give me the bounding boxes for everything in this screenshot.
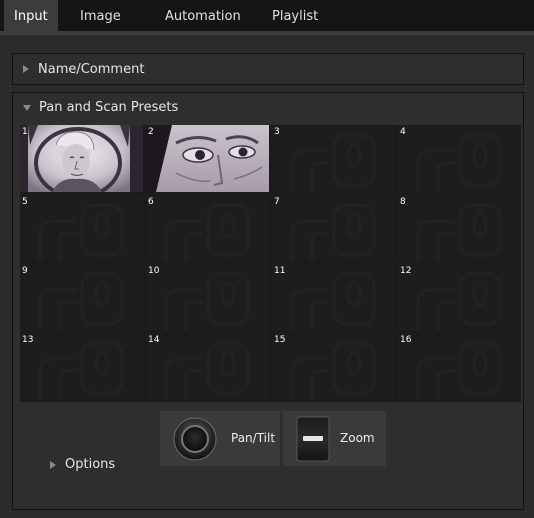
preset-cell-15[interactable]: 15 (272, 333, 395, 400)
preset-cell-12[interactable]: 12 (398, 264, 521, 331)
camera-placeholder-icon (38, 203, 124, 262)
preset-number: 2 (148, 127, 154, 137)
tab-image[interactable]: Image (70, 0, 131, 33)
preset-number: 1 (22, 127, 28, 137)
preset-cell-2[interactable]: 2 (146, 125, 269, 192)
camera-placeholder-icon (290, 341, 376, 400)
pan-tilt-label: Pan/Tilt (231, 431, 276, 445)
preset-number: 10 (148, 266, 160, 276)
zoom-label: Zoom (340, 431, 375, 445)
preset-cell-13[interactable]: 13 (20, 333, 143, 400)
preset-number: 5 (22, 197, 28, 207)
options-label: Options (65, 457, 116, 472)
preset-number: 6 (148, 197, 154, 207)
preset-number: 16 (400, 335, 412, 345)
preset-thumbnail-image (146, 125, 269, 192)
camera-placeholder-icon (416, 341, 502, 400)
preset-number: 14 (148, 335, 160, 345)
tab-underline (0, 31, 534, 35)
camera-placeholder-icon (164, 341, 250, 400)
preset-cell-11[interactable]: 11 (272, 264, 395, 331)
expand-arrow-icon (23, 65, 29, 73)
name-comment-label: Name/Comment (38, 61, 145, 77)
preset-cell-1[interactable]: 1 (20, 125, 143, 192)
preset-cell-9[interactable]: 9 (20, 264, 143, 331)
joystick-icon (173, 417, 217, 461)
preset-cell-10[interactable]: 10 (146, 264, 269, 331)
options-toggle[interactable]: Options (50, 457, 115, 472)
preset-number: 11 (274, 266, 286, 276)
camera-placeholder-icon (416, 272, 502, 331)
preset-cell-14[interactable]: 14 (146, 333, 269, 400)
preset-grid: 1 2 3 4 5 6 7 8 9 10 11 12 13 14 15 16 (20, 125, 521, 402)
name-comment-header[interactable]: Name/Comment (13, 54, 523, 84)
preset-number: 9 (22, 266, 28, 276)
tab-bar: Input Image Automation Playlist (0, 0, 534, 33)
preset-cell-5[interactable]: 5 (20, 195, 143, 262)
tab-input[interactable]: Input (4, 0, 58, 33)
preset-cell-16[interactable]: 16 (398, 333, 521, 400)
preset-cell-6[interactable]: 6 (146, 195, 269, 262)
zoom-slider-icon (296, 416, 330, 462)
name-comment-panel: Name/Comment (12, 53, 524, 85)
preset-cell-4[interactable]: 4 (398, 125, 521, 192)
pan-scan-presets-label: Pan and Scan Presets (39, 99, 179, 115)
preset-number: 13 (22, 335, 34, 345)
preset-cell-8[interactable]: 8 (398, 195, 521, 262)
pan-tilt-control[interactable]: Pan/Tilt (160, 411, 280, 466)
preset-number: 8 (400, 197, 406, 207)
camera-placeholder-icon (38, 341, 124, 400)
preset-number: 15 (274, 335, 286, 345)
preset-cell-3[interactable]: 3 (272, 125, 395, 192)
camera-placeholder-icon (290, 272, 376, 331)
expand-arrow-icon (50, 460, 56, 469)
preset-number: 12 (400, 266, 412, 276)
preset-number: 4 (400, 127, 406, 137)
preset-number: 7 (274, 197, 280, 207)
camera-placeholder-icon (290, 203, 376, 262)
pan-scan-presets-header[interactable]: Pan and Scan Presets (13, 93, 523, 121)
camera-placeholder-icon (416, 203, 502, 262)
camera-placeholder-icon (164, 203, 250, 262)
tab-automation[interactable]: Automation (155, 0, 251, 33)
preset-number: 3 (274, 127, 280, 137)
tab-playlist[interactable]: Playlist (262, 0, 328, 33)
collapse-arrow-icon (23, 105, 31, 111)
camera-placeholder-icon (38, 272, 124, 331)
preset-cell-7[interactable]: 7 (272, 195, 395, 262)
zoom-control[interactable]: Zoom (283, 411, 386, 466)
camera-placeholder-icon (164, 272, 250, 331)
camera-placeholder-icon (416, 133, 502, 192)
preset-thumbnail-image (20, 125, 143, 192)
camera-placeholder-icon (290, 133, 376, 192)
